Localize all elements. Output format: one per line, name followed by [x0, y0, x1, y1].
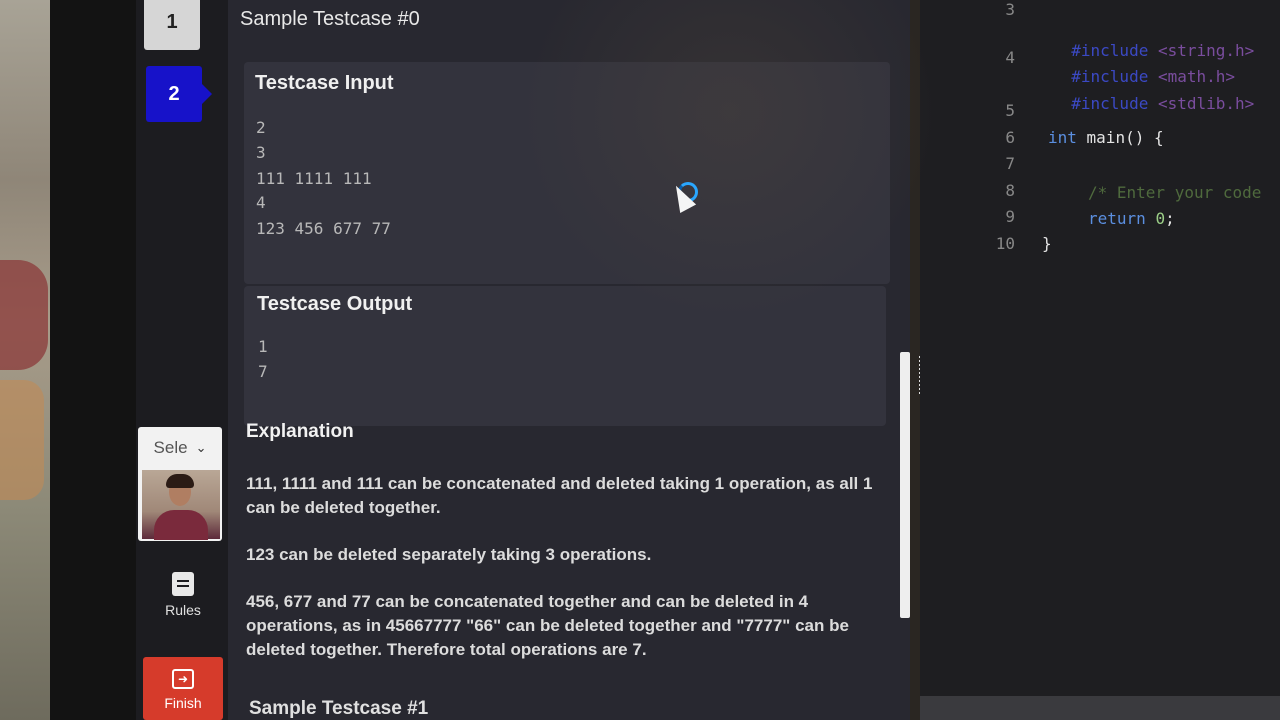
testcase-input-line: 2 [256, 118, 266, 137]
testcase-output-title: Testcase Output [257, 293, 413, 315]
camera-select[interactable]: Sele ⌄ [138, 427, 222, 469]
testcase-input-title: Testcase Input [255, 72, 394, 94]
line-number: 10 [995, 234, 1015, 253]
line-number: 4 [1005, 48, 1015, 67]
code-header: <stdlib.h> [1157, 94, 1255, 113]
testcase-output-line: 1 [258, 337, 268, 356]
code-comment: /* Enter your code [1088, 183, 1262, 202]
code-number: 0 [1155, 209, 1166, 228]
code-text: main() { [1076, 128, 1164, 147]
testcase-input-line: 4 [256, 193, 266, 212]
code-type: int [1048, 128, 1077, 147]
explanation-paragraph: 111, 1111 and 111 can be concatenated an… [246, 474, 873, 517]
testcase-output-line: 7 [258, 362, 268, 381]
line-number: 3 [1005, 0, 1015, 19]
proctor-camera-card: Sele ⌄ [138, 427, 222, 541]
code-line-comment[interactable]: /* Enter your code [1088, 183, 1261, 202]
sample-testcase-title: Sample Testcase #0 [240, 8, 420, 30]
problem-scrollbar[interactable] [900, 352, 910, 618]
testcase-input-line: 111 1111 111 [256, 169, 372, 188]
camera-select-value: Sele [153, 438, 188, 457]
laptop-bezel [50, 0, 136, 720]
code-keyword: return [1088, 209, 1146, 228]
line-number: 6 [1005, 128, 1015, 147]
finish-button[interactable]: ➜ Finish [143, 657, 223, 720]
question-2-button[interactable]: 2 [146, 66, 212, 122]
exit-icon: ➜ [172, 669, 194, 689]
line-number: 7 [1005, 154, 1015, 173]
code-line-main[interactable]: int main() { [1048, 128, 1164, 147]
rules-label: Rules [165, 602, 201, 618]
background-fabric [0, 260, 48, 370]
webcam-person-body [154, 510, 208, 540]
testcase-input-line: 123 456 677 77 [256, 219, 391, 238]
line-number: 8 [1005, 181, 1015, 200]
explanation-paragraph: 123 can be deleted separately taking 3 o… [246, 545, 652, 564]
webcam-preview [142, 470, 220, 540]
rules-button[interactable]: Rules [143, 572, 223, 618]
editor-footer [920, 696, 1280, 720]
webcam-person-hair [166, 474, 194, 488]
background-room [0, 0, 50, 720]
line-number: 5 [1005, 101, 1015, 120]
chevron-down-icon: ⌄ [195, 440, 207, 455]
explanation-title: Explanation [246, 421, 354, 442]
clipboard-icon [172, 572, 194, 596]
finish-label: Finish [164, 695, 202, 711]
background-fabric [0, 380, 44, 500]
sample-testcase-1-title: Sample Testcase #1 [249, 698, 429, 719]
code-keyword: #include [1071, 94, 1149, 113]
code-line-close[interactable]: } [1042, 234, 1052, 253]
question-1-button[interactable]: 1 [144, 0, 200, 50]
testcase-input-line: 3 [256, 143, 266, 162]
code-text: } [1042, 234, 1052, 253]
explanation-paragraph: 456, 677 and 77 can be concatenated toge… [246, 592, 849, 659]
code-line-include-stdlib[interactable]: #include <stdlib.h> [1052, 75, 1254, 113]
code-line-return[interactable]: return 0; [1088, 209, 1175, 228]
code-text: ; [1165, 209, 1175, 228]
line-number: 9 [1005, 207, 1015, 226]
